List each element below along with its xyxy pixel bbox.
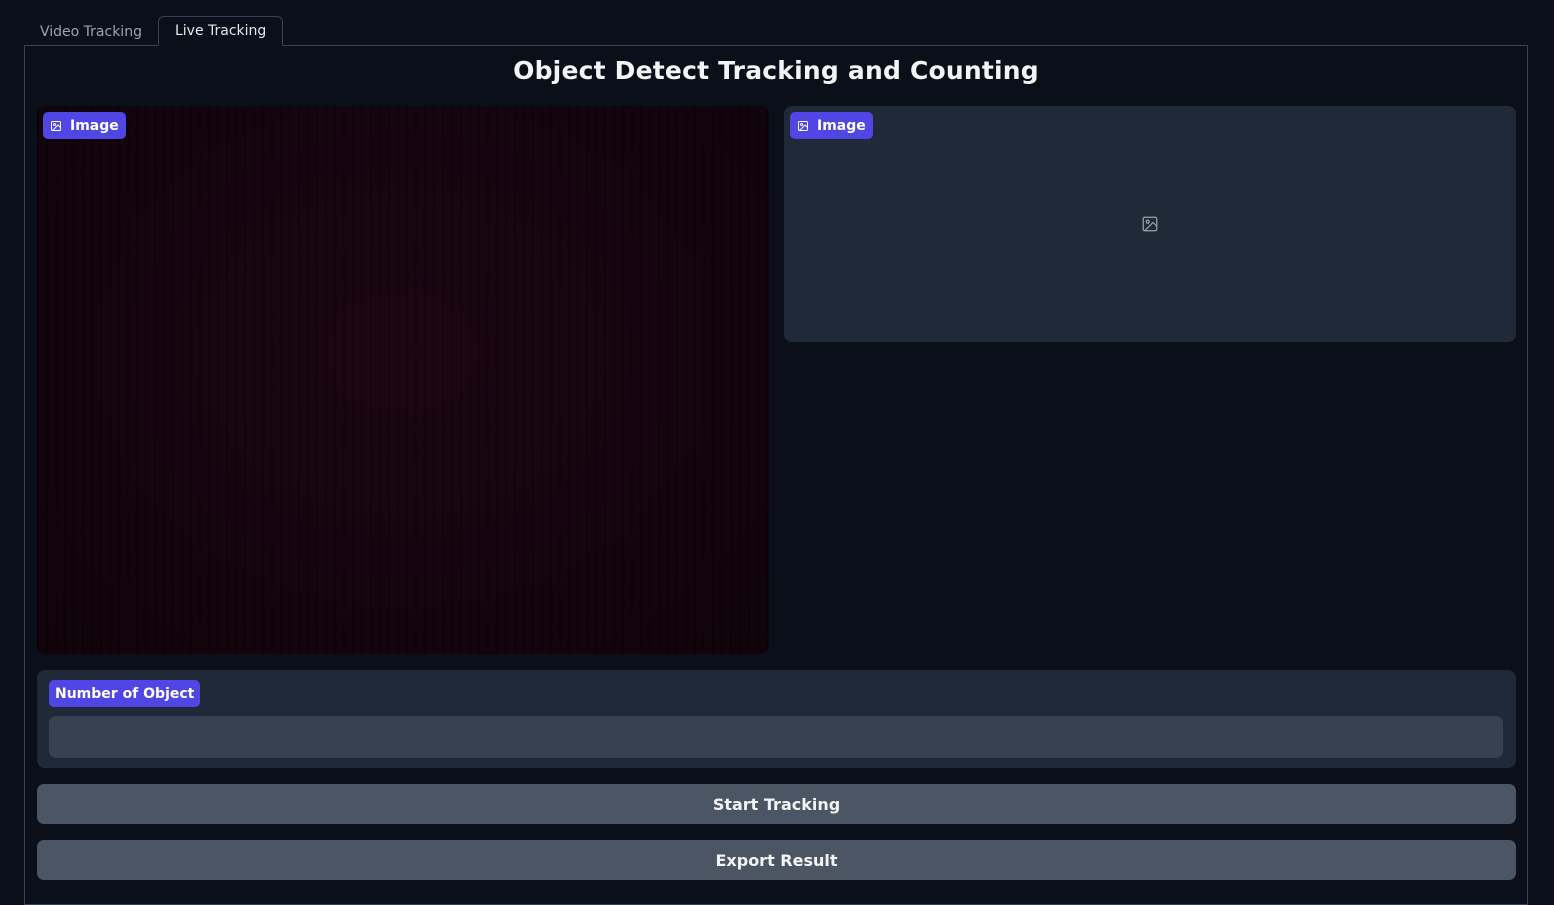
number-of-object-field[interactable]	[49, 716, 1503, 758]
output-image-label: Image	[790, 112, 873, 139]
tab-bar: Video Tracking Live Tracking	[24, 16, 284, 46]
live-tracking-panel: Object Detect Tracking and Counting Imag…	[24, 45, 1528, 905]
image-placeholder-icon	[1142, 216, 1158, 232]
number-of-object-label: Number of Object	[49, 680, 201, 707]
input-image-label: Image	[43, 112, 126, 139]
page-title: Object Detect Tracking and Counting	[513, 56, 1039, 85]
number-of-object-block: Number of Object	[37, 670, 1516, 768]
export-result-button[interactable]: Export Result	[37, 840, 1516, 880]
webcam-frame	[37, 106, 769, 654]
output-image-label-text: Image	[817, 117, 866, 134]
image-icon	[51, 120, 61, 131]
tab-video-tracking[interactable]: Video Tracking	[24, 17, 158, 46]
webcam-image-input[interactable]: Image	[37, 106, 769, 654]
tab-live-tracking[interactable]: Live Tracking	[157, 16, 284, 46]
image-icon	[798, 120, 808, 131]
input-image-label-text: Image	[70, 117, 119, 134]
start-tracking-button[interactable]: Start Tracking	[37, 784, 1516, 824]
output-image: Image	[784, 106, 1516, 342]
